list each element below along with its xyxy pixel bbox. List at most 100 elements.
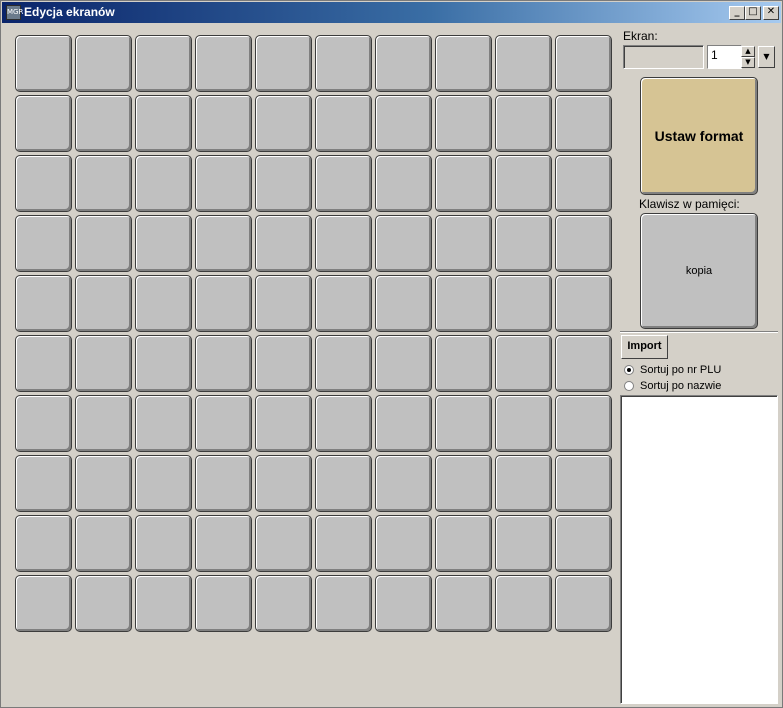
key-button[interactable] — [195, 515, 252, 572]
key-button[interactable] — [135, 155, 192, 212]
key-button[interactable] — [315, 335, 372, 392]
key-button[interactable] — [495, 575, 552, 632]
key-button[interactable] — [375, 35, 432, 92]
key-button[interactable] — [195, 335, 252, 392]
key-button[interactable] — [75, 515, 132, 572]
memory-key-button[interactable]: kopia — [640, 213, 758, 329]
key-button[interactable] — [195, 275, 252, 332]
key-button[interactable] — [495, 275, 552, 332]
key-button[interactable] — [195, 395, 252, 452]
key-button[interactable] — [75, 95, 132, 152]
key-button[interactable] — [255, 515, 312, 572]
key-button[interactable] — [555, 515, 612, 572]
key-button[interactable] — [255, 95, 312, 152]
key-button[interactable] — [435, 275, 492, 332]
key-button[interactable] — [555, 35, 612, 92]
key-button[interactable] — [195, 155, 252, 212]
key-button[interactable] — [75, 335, 132, 392]
key-button[interactable] — [555, 275, 612, 332]
key-button[interactable] — [315, 515, 372, 572]
key-button[interactable] — [75, 575, 132, 632]
key-button[interactable] — [315, 155, 372, 212]
key-button[interactable] — [555, 215, 612, 272]
key-button[interactable] — [15, 275, 72, 332]
import-button[interactable]: Import — [621, 335, 668, 359]
key-button[interactable] — [15, 35, 72, 92]
key-button[interactable] — [435, 515, 492, 572]
key-button[interactable] — [135, 275, 192, 332]
key-button[interactable] — [435, 395, 492, 452]
key-button[interactable] — [315, 455, 372, 512]
key-button[interactable] — [375, 335, 432, 392]
key-button[interactable] — [555, 155, 612, 212]
maximize-button[interactable]: □ — [745, 6, 761, 20]
key-button[interactable] — [195, 95, 252, 152]
key-button[interactable] — [15, 215, 72, 272]
key-button[interactable] — [135, 515, 192, 572]
key-button[interactable] — [135, 95, 192, 152]
key-button[interactable] — [435, 335, 492, 392]
key-button[interactable] — [195, 455, 252, 512]
key-button[interactable] — [375, 95, 432, 152]
key-button[interactable] — [255, 35, 312, 92]
key-button[interactable] — [495, 35, 552, 92]
key-button[interactable] — [195, 35, 252, 92]
key-button[interactable] — [135, 35, 192, 92]
key-button[interactable] — [435, 215, 492, 272]
key-button[interactable] — [75, 155, 132, 212]
key-button[interactable] — [135, 335, 192, 392]
key-button[interactable] — [75, 455, 132, 512]
key-button[interactable] — [375, 395, 432, 452]
sort-by-plu-radio[interactable]: Sortuj po nr PLU — [624, 362, 721, 377]
key-button[interactable] — [375, 575, 432, 632]
spin-up-icon[interactable]: ▲ — [741, 46, 755, 57]
key-button[interactable] — [315, 275, 372, 332]
key-button[interactable] — [495, 155, 552, 212]
key-button[interactable] — [315, 95, 372, 152]
chevron-down-icon[interactable]: ▼ — [758, 46, 775, 68]
key-button[interactable] — [375, 215, 432, 272]
key-button[interactable] — [75, 275, 132, 332]
key-button[interactable] — [75, 395, 132, 452]
sort-by-name-radio[interactable]: Sortuj po nazwie — [624, 378, 721, 393]
key-button[interactable] — [315, 35, 372, 92]
plu-list[interactable] — [620, 395, 778, 704]
key-button[interactable] — [315, 575, 372, 632]
key-button[interactable] — [495, 515, 552, 572]
spin-down-icon[interactable]: ▼ — [741, 57, 755, 68]
key-button[interactable] — [15, 335, 72, 392]
key-button[interactable] — [15, 455, 72, 512]
title-bar[interactable]: MGR Edycja ekranów _ □ ✕ — [2, 2, 781, 23]
key-button[interactable] — [15, 395, 72, 452]
key-button[interactable] — [495, 455, 552, 512]
key-button[interactable] — [255, 395, 312, 452]
key-button[interactable] — [315, 395, 372, 452]
key-button[interactable] — [555, 575, 612, 632]
key-button[interactable] — [255, 275, 312, 332]
key-button[interactable] — [135, 395, 192, 452]
key-button[interactable] — [255, 455, 312, 512]
key-button[interactable] — [195, 215, 252, 272]
key-button[interactable] — [495, 395, 552, 452]
key-button[interactable] — [135, 455, 192, 512]
key-button[interactable] — [75, 35, 132, 92]
key-button[interactable] — [435, 155, 492, 212]
minimize-button[interactable]: _ — [729, 6, 745, 20]
key-button[interactable] — [495, 215, 552, 272]
key-button[interactable] — [15, 575, 72, 632]
key-button[interactable] — [435, 575, 492, 632]
key-button[interactable] — [255, 575, 312, 632]
close-button[interactable]: ✕ — [763, 6, 779, 20]
key-button[interactable] — [15, 155, 72, 212]
key-button[interactable] — [435, 35, 492, 92]
key-button[interactable] — [555, 395, 612, 452]
key-button[interactable] — [435, 455, 492, 512]
screen-number-input[interactable]: 1 — [707, 45, 742, 69]
key-button[interactable] — [375, 455, 432, 512]
key-button[interactable] — [135, 575, 192, 632]
key-button[interactable] — [315, 215, 372, 272]
key-button[interactable] — [375, 515, 432, 572]
key-button[interactable] — [135, 215, 192, 272]
key-button[interactable] — [255, 335, 312, 392]
key-button[interactable] — [555, 335, 612, 392]
